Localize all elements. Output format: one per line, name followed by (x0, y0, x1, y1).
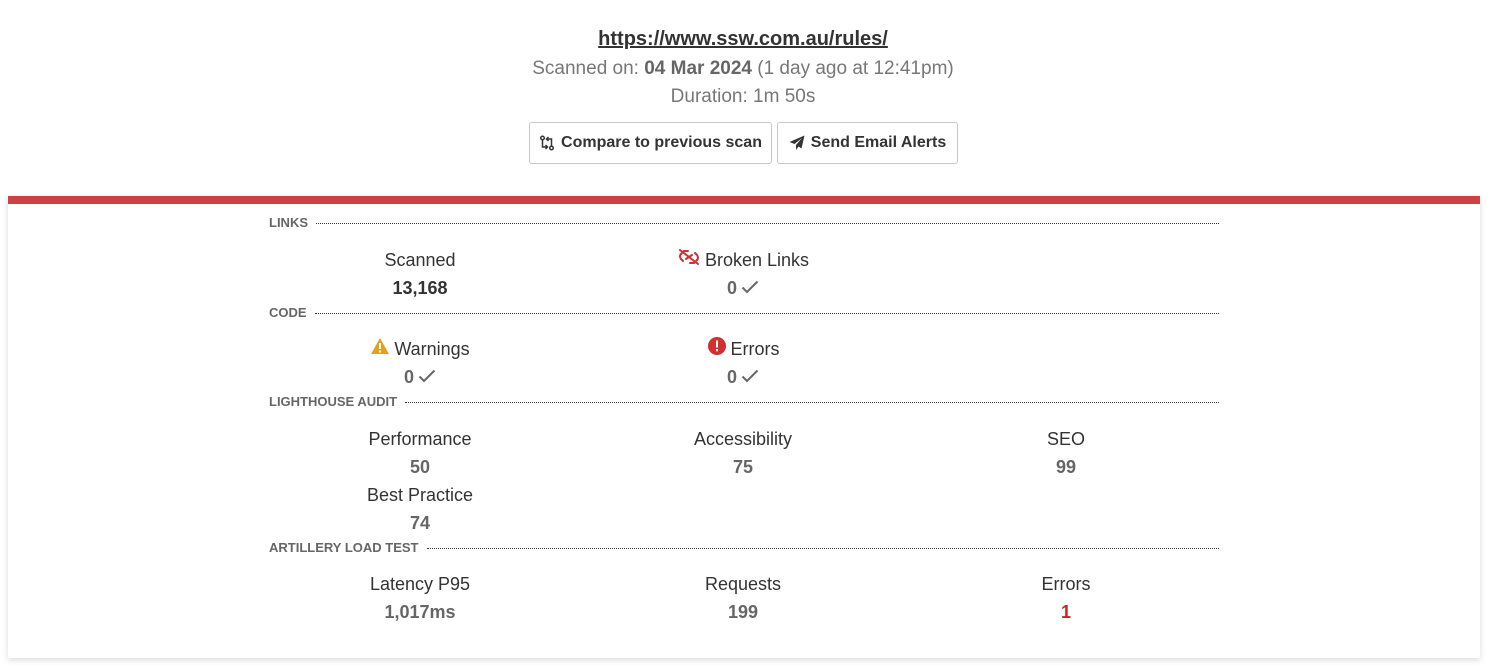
checkmark-icon (741, 362, 759, 392)
broken-links-value: 0 (726, 278, 737, 298)
compare-button-label: Compare to previous scan (561, 134, 762, 151)
warnings-label: Warnings (394, 339, 470, 359)
broken-links-metric[interactable]: Broken Links 0 (623, 247, 863, 303)
scanned-on-relative: (1 day ago at 12:41pm) (751, 58, 954, 79)
metric-value: 1,017ms (384, 602, 456, 622)
scan-results-card: LINKS Scanned 13,168 Broken Links 0 CODE… (8, 196, 1480, 658)
code-warnings-metric[interactable]: Warnings 0 (300, 336, 540, 392)
artillery-errors-metric[interactable]: Errors 1 (946, 571, 1186, 627)
lighthouse-section-title: LIGHTHOUSE AUDIT (269, 393, 398, 409)
artillery-section-header: ARTILLERY LOAD TEST (269, 539, 1219, 555)
artillery-requests-metric[interactable]: Requests 199 (623, 571, 863, 627)
checkmark-icon (741, 273, 759, 303)
send-email-alerts-button[interactable]: Send Email Alerts (777, 122, 958, 164)
metric-label: Errors (1041, 574, 1091, 594)
error-circle-icon (707, 336, 727, 363)
scanned-on-prefix: Scanned on: (532, 58, 645, 79)
lighthouse-accessibility-metric[interactable]: Accessibility 75 (623, 426, 863, 482)
metric-value: 1 (1060, 602, 1071, 622)
compare-arrows-icon (539, 135, 555, 151)
metric-value: 99 (1055, 457, 1077, 477)
metric-label-row: Errors (623, 336, 863, 362)
metric-value: 13,168 (392, 278, 448, 298)
checkmark-icon (418, 362, 436, 392)
code-errors-metric[interactable]: Errors 0 (623, 336, 863, 392)
metric-label: Latency P95 (369, 574, 471, 594)
scanned-url-link[interactable]: https://www.ssw.com.au/rules/ (0, 28, 1486, 51)
section-divider (314, 312, 1219, 314)
metric-label: Best Practice (366, 485, 474, 505)
artillery-section-title: ARTILLERY LOAD TEST (269, 539, 419, 555)
links-scanned-metric: Scanned 13,168 (300, 247, 540, 303)
code-section-header: CODE (269, 304, 1219, 320)
metric-label: Performance (368, 429, 472, 449)
warning-icon (370, 336, 390, 362)
metric-value-row: 0 (623, 273, 863, 303)
section-divider (316, 222, 1219, 224)
lighthouse-seo-metric[interactable]: SEO 99 (946, 426, 1186, 482)
metric-value: 50 (409, 457, 431, 477)
paper-plane-icon (789, 135, 805, 151)
warnings-value: 0 (403, 367, 414, 387)
links-section-title: LINKS (269, 214, 308, 230)
metric-label: Scanned (384, 250, 456, 270)
compare-previous-scan-button[interactable]: Compare to previous scan (529, 122, 772, 164)
errors-value: 0 (726, 367, 737, 387)
section-divider (405, 401, 1219, 403)
metric-label-row: Warnings (300, 336, 540, 362)
links-section-header: LINKS (269, 214, 1219, 230)
scan-duration: Duration: 1m 50s (670, 86, 816, 107)
metric-label: SEO (1046, 429, 1085, 449)
broken-link-icon (677, 247, 701, 273)
metric-value-row: 0 (300, 362, 540, 392)
metric-value-row: 0 (623, 362, 863, 392)
section-divider (426, 547, 1219, 549)
metric-value: 199 (727, 602, 759, 622)
broken-links-label: Broken Links (704, 250, 810, 270)
artillery-latency-metric[interactable]: Latency P95 1,017ms (300, 571, 540, 627)
code-section-title: CODE (269, 304, 307, 320)
metric-value: 75 (732, 457, 754, 477)
lighthouse-best-practice-metric[interactable]: Best Practice 74 (300, 482, 540, 538)
scanned-on-date: 04 Mar 2024 (644, 58, 752, 79)
lighthouse-performance-metric[interactable]: Performance 50 (300, 426, 540, 482)
errors-label: Errors (730, 339, 780, 359)
metric-label: Accessibility (693, 429, 793, 449)
metric-label-row: Broken Links (623, 247, 863, 273)
lighthouse-section-header: LIGHTHOUSE AUDIT (269, 393, 1219, 409)
metric-value: 74 (409, 513, 431, 533)
email-button-label: Send Email Alerts (810, 134, 947, 151)
metric-label: Requests (704, 574, 782, 594)
scanned-on-text: Scanned on: 04 Mar 2024 (1 day ago at 12… (0, 58, 1486, 80)
